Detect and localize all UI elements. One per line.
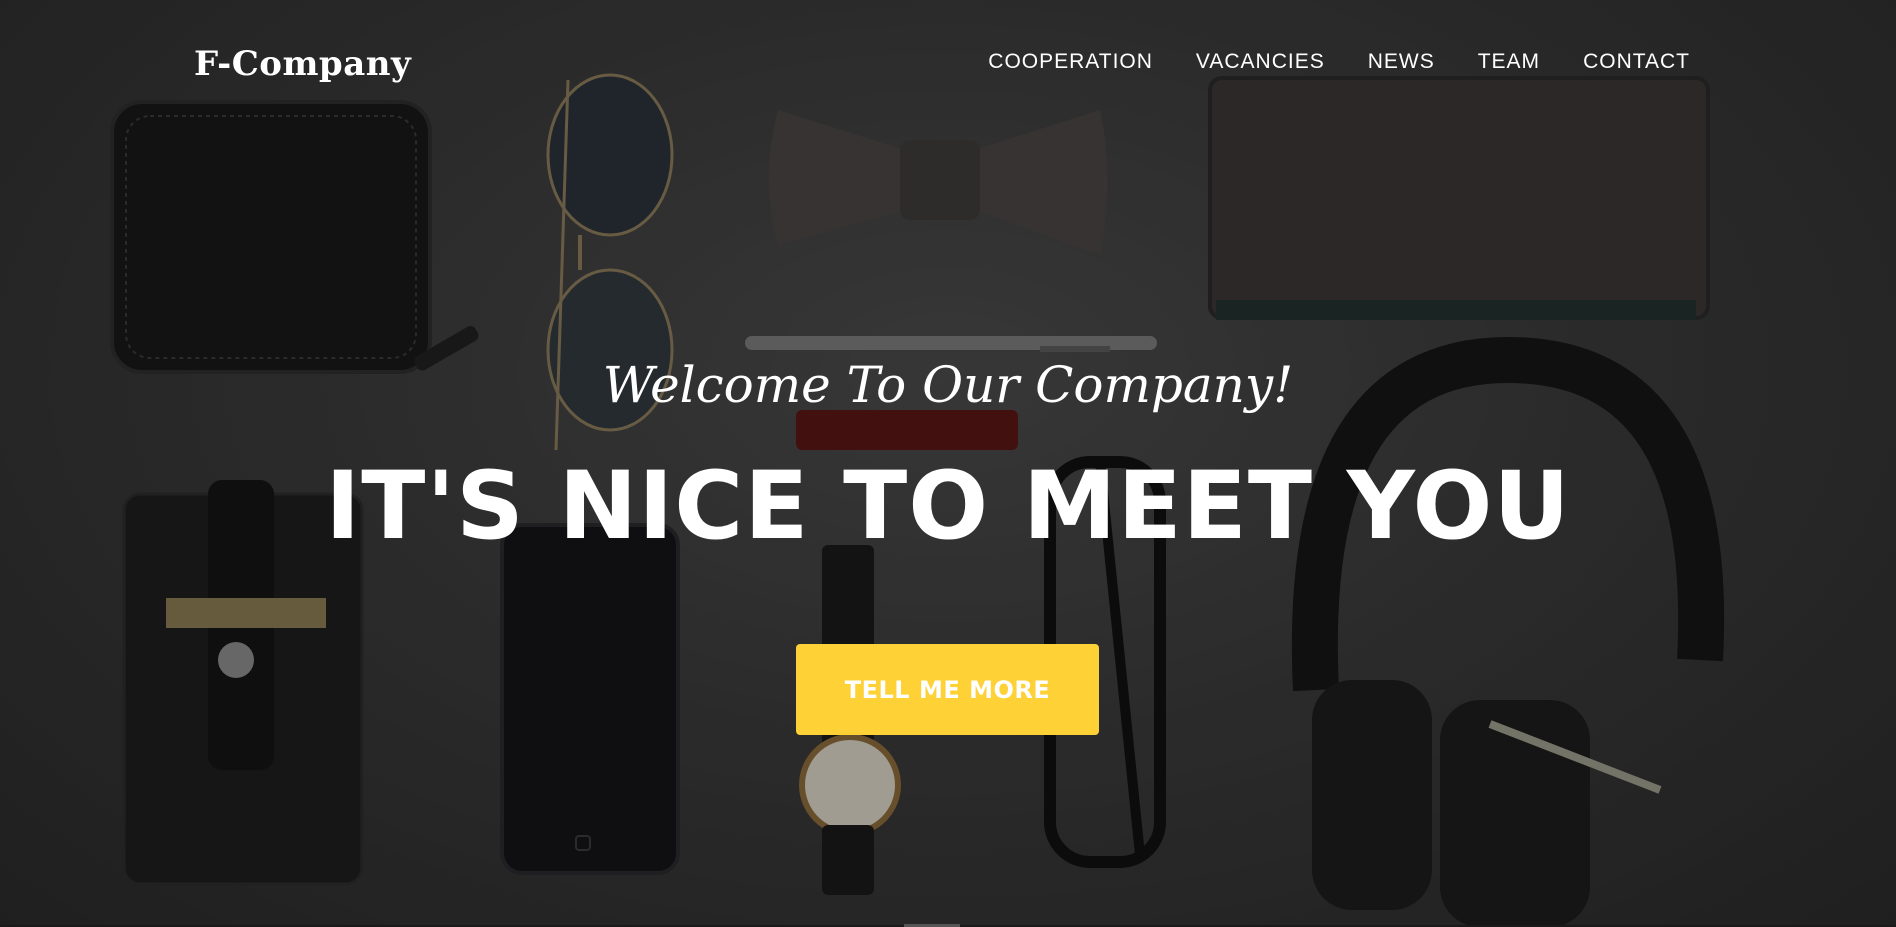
intro-lead-text: Welcome To Our Company! xyxy=(602,356,1294,414)
nav-link-team[interactable]: TEAM xyxy=(1478,50,1540,73)
top-navbar: F-Company COOPERATION VACANCIES NEWS TEA… xyxy=(0,0,1896,128)
nav-item-vacancies: VACANCIES xyxy=(1196,50,1325,74)
nav-item-team: TEAM xyxy=(1478,50,1540,74)
hero-section: F-Company COOPERATION VACANCIES NEWS TEA… xyxy=(0,0,1896,927)
tell-me-more-button[interactable]: TELL ME MORE xyxy=(796,644,1099,735)
nav-link-vacancies[interactable]: VACANCIES xyxy=(1196,50,1325,73)
nav-link-contact[interactable]: CONTACT xyxy=(1583,50,1690,73)
nav-menu: COOPERATION VACANCIES NEWS TEAM CONTACT xyxy=(988,50,1690,74)
nav-link-news[interactable]: NEWS xyxy=(1368,50,1435,73)
nav-item-news: NEWS xyxy=(1368,50,1435,74)
nav-item-cooperation: COOPERATION xyxy=(988,50,1153,74)
nav-item-contact: CONTACT xyxy=(1583,50,1690,74)
intro-heading: IT'S NICE TO MEET YOU xyxy=(325,452,1571,561)
brand-logo[interactable]: F-Company xyxy=(194,44,411,84)
nav-link-cooperation[interactable]: COOPERATION xyxy=(988,50,1153,73)
